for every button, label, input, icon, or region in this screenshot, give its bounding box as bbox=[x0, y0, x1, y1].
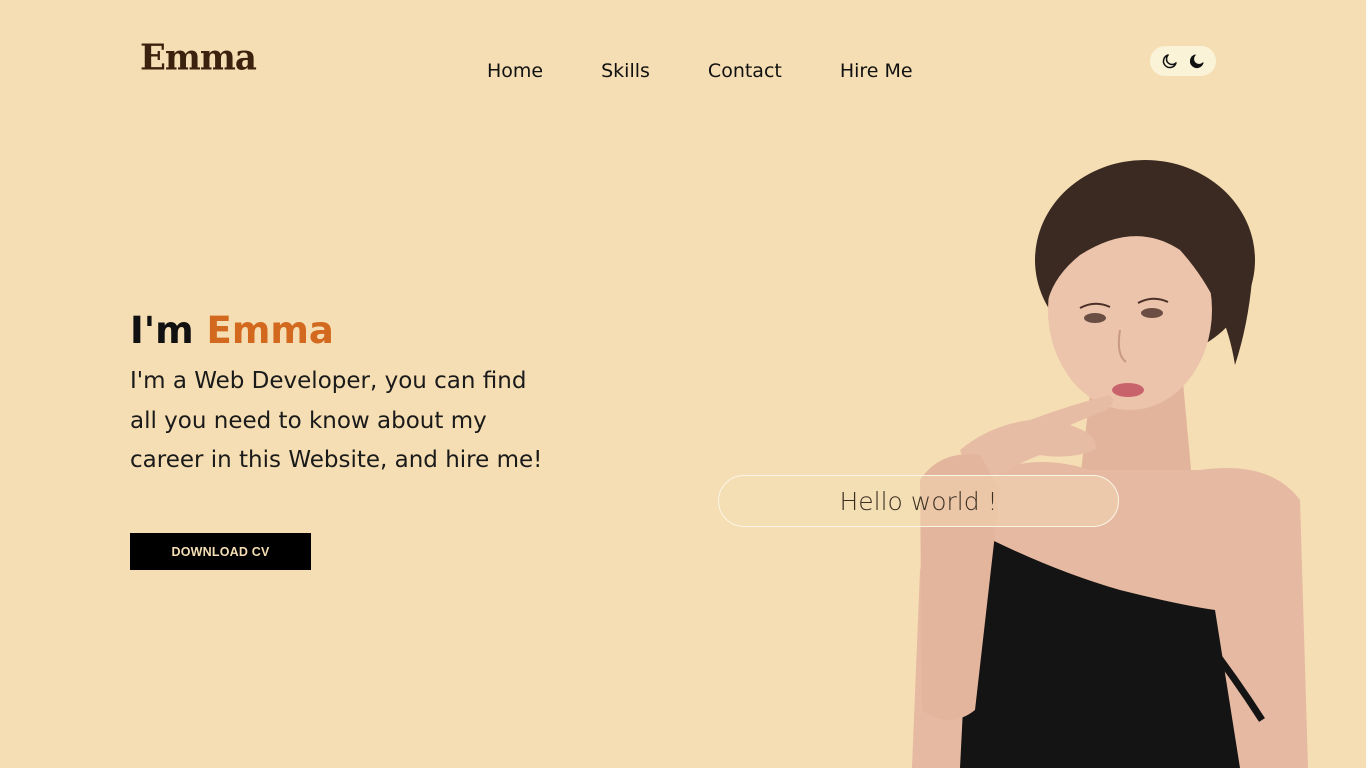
moon-filled-icon[interactable] bbox=[1188, 52, 1206, 70]
nav-contact[interactable]: Contact bbox=[708, 59, 782, 83]
main-nav: Home Skills Contact Hire Me bbox=[487, 59, 971, 83]
hero-title-name: Emma bbox=[206, 309, 334, 352]
logo[interactable]: Emma bbox=[140, 37, 257, 79]
download-cv-button[interactable]: DOWNLOAD CV bbox=[130, 533, 311, 570]
nav-skills[interactable]: Skills bbox=[601, 59, 650, 83]
hero-title-prefix: I'm bbox=[130, 309, 194, 352]
nav-hire-me[interactable]: Hire Me bbox=[840, 59, 913, 83]
theme-toggle[interactable] bbox=[1150, 46, 1216, 76]
hero-title: I'm Emma bbox=[130, 308, 334, 354]
nav-home[interactable]: Home bbox=[487, 59, 543, 83]
portrait-image bbox=[912, 160, 1308, 768]
moon-outline-icon[interactable] bbox=[1161, 52, 1179, 70]
hello-world-badge: Hello world ! bbox=[718, 475, 1119, 527]
page: Emma Home Skills Contact Hire Me I'm Emm… bbox=[0, 0, 1366, 768]
hero-description: I'm a Web Developer, you can find all yo… bbox=[130, 368, 543, 473]
